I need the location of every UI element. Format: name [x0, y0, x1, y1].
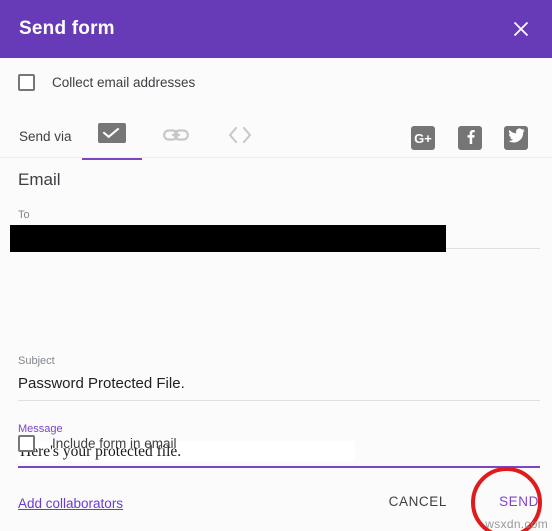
send-via-row: Send via G+: [0, 114, 552, 160]
share-facebook-button[interactable]: [458, 126, 482, 150]
include-form-row[interactable]: Include form in email: [18, 435, 177, 452]
collect-email-row[interactable]: Collect email addresses: [18, 74, 195, 91]
email-section-title: Email: [18, 170, 61, 189]
collect-email-checkbox[interactable]: [18, 74, 35, 91]
tab-send-via-email[interactable]: [84, 120, 140, 160]
watermark: wsxdn.com: [485, 517, 548, 531]
subject-field-underline: [18, 400, 540, 401]
link-icon: [163, 120, 189, 146]
dialog-header: Send form: [0, 0, 552, 58]
dialog-body: Collect email addresses Send via G+ Emai…: [0, 58, 552, 531]
facebook-icon: [462, 128, 478, 149]
message-field-underline: [18, 466, 540, 468]
add-collaborators-link[interactable]: Add collaborators: [18, 496, 123, 511]
share-twitter-button[interactable]: [504, 126, 528, 150]
send-button[interactable]: SEND: [499, 494, 539, 509]
embed-code-icon: [226, 120, 254, 146]
subject-field[interactable]: Subject Password Protected File.: [18, 355, 540, 401]
include-form-checkbox[interactable]: [18, 435, 35, 452]
envelope-icon: [98, 123, 126, 143]
collect-email-label: Collect email addresses: [52, 75, 196, 90]
include-form-label: Include form in email: [52, 436, 177, 451]
subject-field-value: Password Protected File.: [18, 375, 185, 392]
tab-send-via-embed[interactable]: [212, 120, 268, 160]
message-field-label: Message: [18, 423, 63, 435]
subject-field-label: Subject: [18, 355, 55, 367]
twitter-icon: [508, 128, 525, 148]
share-google-plus-button[interactable]: G+: [411, 126, 435, 150]
dialog-title: Send form: [19, 18, 115, 39]
to-field[interactable]: To: [10, 209, 540, 252]
to-field-label: To: [18, 209, 30, 221]
send-via-label: Send via: [19, 129, 72, 144]
section-divider: [0, 157, 552, 158]
send-form-dialog: Send form Collect email addresses Send v…: [0, 0, 552, 531]
google-plus-icon: G+: [414, 130, 432, 146]
tab-send-via-link[interactable]: [148, 120, 204, 160]
selected-tab-indicator: [82, 158, 142, 160]
to-field-redaction-bar: [10, 225, 446, 252]
close-icon[interactable]: [508, 16, 534, 42]
cancel-button[interactable]: CANCEL: [389, 494, 447, 509]
dialog-footer: Add collaborators CANCEL SEND: [0, 472, 552, 531]
